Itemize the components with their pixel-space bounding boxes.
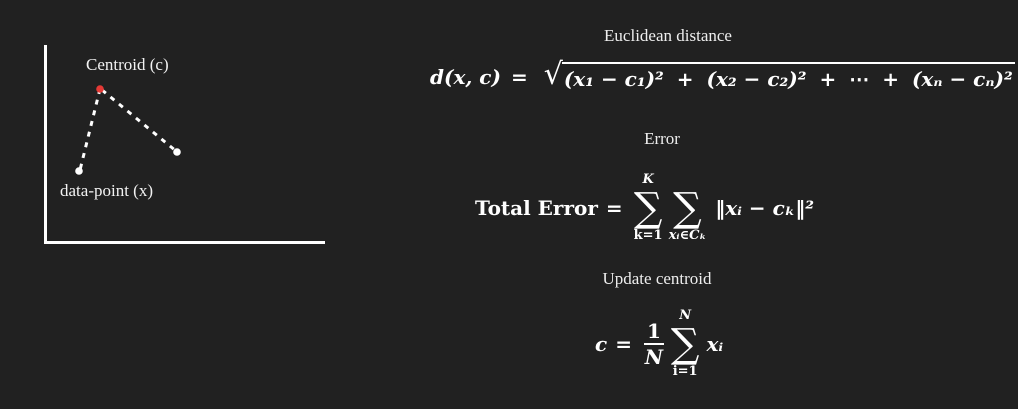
diagram-canvas [44,45,325,244]
update-body: xᵢ [706,332,724,356]
plus-sign: + [676,67,694,91]
datapoint-label: data-point (x) [60,181,153,200]
sigma-symbol: ∑ [673,185,702,231]
sum-over-clusters: K ∑ k=1 [634,172,663,244]
error-body: ‖xᵢ − cₖ‖² [715,196,815,220]
sigma-symbol: ∑ [633,185,663,231]
plus-sign: + [882,67,899,91]
plus-sign: + [819,67,837,91]
error-equals: = [605,196,623,220]
sigma-symbol: ∑ [670,321,700,367]
sum-over-points: N ∑ i=1 [671,308,700,380]
fraction-denominator: N [644,345,664,369]
square-root: √ (x₁ − c₁)² + (x₂ − c₂)² + ⋯ + (xₙ − cₙ… [543,57,1015,92]
centroid-marker [96,85,104,93]
sum-lower-limit: xᵢ∈Cₖ [668,228,707,243]
distance-line-to-datapoint [78,88,102,171]
other-point-marker [173,148,181,156]
update-centroid-title: Update centroid [602,269,712,288]
euclid-equals: = [510,65,528,89]
euclidean-distance-title: Euclidean distance [604,26,732,45]
sum-lower-limit: k=1 [633,228,663,243]
euclid-term-1: (x₁ − c₁)² [563,67,664,91]
euclidean-distance-formula: d(x, c) = √ (x₁ − c₁)² + (x₂ − c₂)² + ⋯ … [430,57,1015,92]
update-lhs: c [595,332,608,356]
radicand: (x₁ − c₁)² + (x₂ − c₂)² + ⋯ + (xₙ − cₙ)² [561,62,1015,92]
distance-line-to-other-point [101,88,177,153]
euclid-lhs: d(x, c) [430,65,501,89]
datapoint-marker [75,167,83,175]
euclid-term-n: (xₙ − cₙ)² [911,67,1013,91]
update-centroid-formula: c = 1 N N ∑ i=1 xᵢ [595,304,723,384]
total-error-formula: Total Error = K ∑ k=1 ∑ xᵢ∈Cₖ ‖xᵢ − cₖ‖² [475,168,814,248]
sum-over-points: ∑ xᵢ∈Cₖ [669,172,707,244]
centroid-label: Centroid (c) [86,55,169,74]
fraction: 1 N [643,319,664,369]
sum-lower-limit: i=1 [672,364,698,379]
update-equals: = [615,332,632,356]
radical-sign: √ [543,57,563,92]
error-lhs: Total Error [475,196,598,220]
error-title: Error [644,129,680,148]
k-means-diagram: Centroid (c) data-point (x) [0,0,340,270]
ellipsis: ⋯ [849,67,870,91]
euclid-term-2: (x₂ − c₂)² [706,67,807,91]
fraction-numerator: 1 [643,319,664,345]
